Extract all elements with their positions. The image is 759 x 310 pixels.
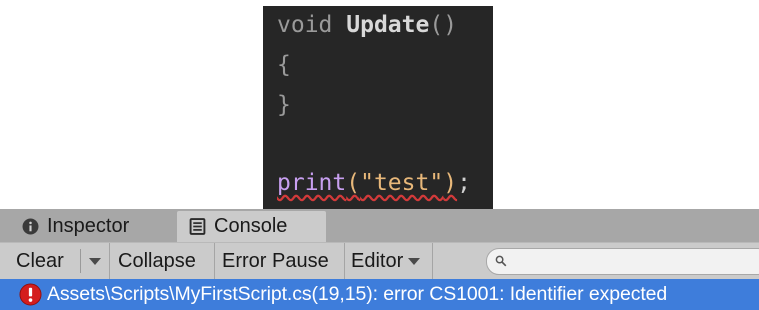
code-semicolon: ; <box>457 170 471 196</box>
toolbar-divider <box>214 243 215 279</box>
code-close-brace: } <box>277 92 291 118</box>
code-line-print: print("test"); <box>277 168 471 198</box>
code-paren-open: ( <box>346 170 361 196</box>
info-icon <box>22 218 39 235</box>
clear-button-label: Clear <box>16 249 64 272</box>
search-input[interactable] <box>513 251 757 274</box>
tab-console-label: Console <box>214 215 288 237</box>
chevron-down-icon <box>408 257 421 265</box>
collapse-toggle[interactable]: Collapse <box>118 243 196 279</box>
code-method-name: Update <box>346 12 430 38</box>
editor-dropdown[interactable]: Editor <box>351 243 421 279</box>
console-toolbar: Clear Collapse Error Pause Editor <box>0 242 759 279</box>
code-line-update-signature: void Update() <box>277 10 457 40</box>
toolbar-divider <box>432 243 433 279</box>
tab-console[interactable]: Console <box>177 211 326 242</box>
code-call-print: print <box>277 170 347 196</box>
console-icon <box>189 218 206 235</box>
panel-tab-strip: Inspector Console <box>0 209 759 242</box>
code-paren-close: ) <box>443 170 458 196</box>
code-keyword: void <box>277 12 333 38</box>
chevron-down-icon <box>89 257 101 265</box>
error-pause-toggle-label: Error Pause <box>222 249 329 272</box>
console-log-entry[interactable]: Assets\Scripts\MyFirstScript.cs(19,15): … <box>0 279 759 310</box>
code-open-brace: { <box>277 52 291 78</box>
log-message: Assets\Scripts\MyFirstScript.cs(19,15): … <box>47 283 668 305</box>
clear-options-dropdown[interactable] <box>83 243 107 279</box>
editor-dropdown-label: Editor <box>351 249 404 272</box>
error-pause-toggle[interactable]: Error Pause <box>222 243 329 279</box>
tab-inspector-label: Inspector <box>47 215 130 237</box>
collapse-toggle-label: Collapse <box>118 249 196 272</box>
code-editor[interactable]: void Update() { } print("test"); <box>263 6 493 209</box>
clear-button[interactable]: Clear <box>16 243 64 279</box>
search-icon <box>495 255 507 267</box>
error-icon <box>19 283 42 306</box>
toolbar-divider <box>344 243 345 279</box>
toolbar-divider <box>109 243 110 279</box>
toolbar-divider <box>80 249 81 273</box>
code-string-literal: "test" <box>360 170 444 196</box>
code-parens: () <box>429 12 458 38</box>
search-field[interactable] <box>486 248 759 275</box>
tab-inspector[interactable]: Inspector <box>0 211 176 242</box>
